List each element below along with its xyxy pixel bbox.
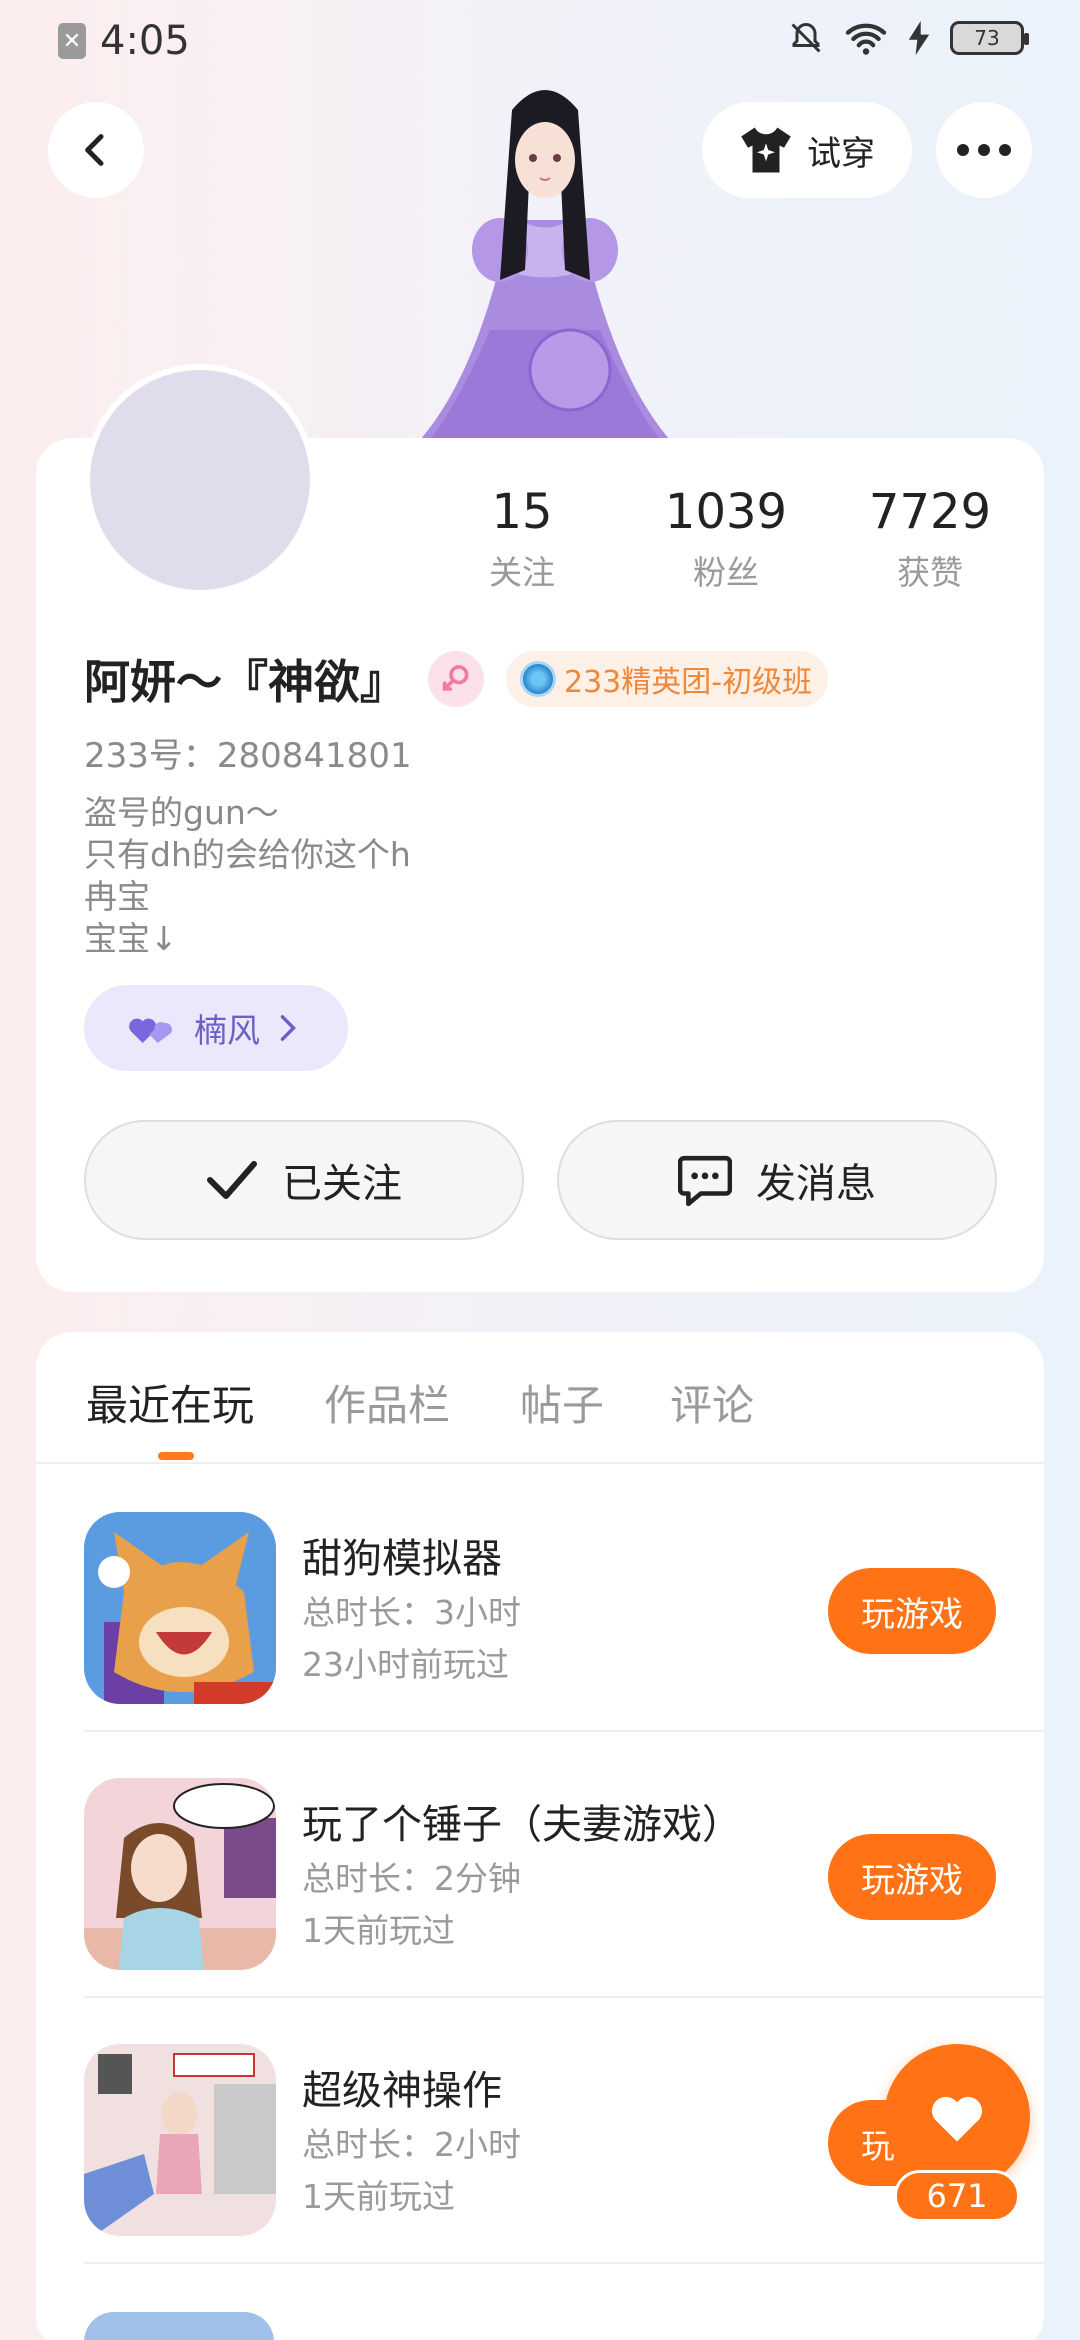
send-message-button[interactable]: 发消息 [557, 1120, 997, 1240]
game-icon-super-operation[interactable] [84, 2044, 276, 2236]
mute-bell-icon [791, 22, 821, 53]
bio-line: 宝宝↓ [84, 919, 178, 958]
chevron-left-icon [85, 134, 104, 166]
status-right: 73 [788, 20, 1029, 56]
avatar[interactable] [84, 364, 316, 596]
profile-tabs: 最近在玩 作品栏 帖子 评论 [36, 1332, 1044, 1464]
more-button[interactable] [936, 102, 1032, 198]
stat-following-label: 关注 [489, 553, 555, 592]
play-game-button[interactable]: 玩游戏 [828, 1834, 996, 1920]
game-last-played: 23小时前玩过 [302, 1645, 509, 1684]
try-on-button[interactable]: 试穿 [702, 102, 912, 198]
active-tab-indicator [158, 1452, 194, 1460]
stat-fans-count: 1039 [664, 484, 788, 540]
user-id: 233号：280841801 [84, 736, 412, 776]
badge-emblem-icon [520, 661, 556, 697]
bio-line: 盗号的gun～ [84, 793, 279, 832]
message-bubble-icon [678, 1155, 732, 1206]
game-duration: 总时长：2分钟 [302, 1859, 521, 1898]
charging-bolt-icon [908, 21, 930, 55]
avatar-character-figure[interactable] [400, 70, 690, 440]
game-icon-sweet-dog[interactable] [84, 1512, 276, 1704]
game-last-played: 1天前玩过 [302, 2177, 455, 2216]
favorite-button[interactable] [884, 2044, 1030, 2190]
elite-group-badge[interactable]: 233精英团-初级班 [506, 651, 829, 707]
double-heart-icon [129, 1018, 172, 1043]
favorite-count: 671 [894, 2170, 1020, 2222]
games-card: 最近在玩 作品栏 帖子 评论 甜狗模拟器 总时长：3小时 23小时前玩过 玩游戏 [36, 1332, 1044, 2340]
followed-button[interactable]: 已关注 [84, 1120, 524, 1240]
try-on-label: 试穿 [807, 133, 875, 174]
more-dots-icon [957, 144, 1011, 156]
name-row: 阿妍～『神欲』 233精英团-初级班 [84, 646, 829, 712]
stat-following-count: 15 [491, 484, 553, 540]
game-title: 玩了个锤子（夫妻游戏） [302, 1802, 742, 1848]
profile-name: 阿妍～『神欲』 [84, 655, 406, 709]
tab-posts[interactable]: 帖子 [520, 1372, 604, 1433]
back-button[interactable] [48, 102, 144, 198]
game-title: 甜狗模拟器 [302, 1536, 502, 1582]
game-duration: 总时长：2小时 [302, 2125, 521, 2164]
tab-comments[interactable]: 评论 [670, 1372, 754, 1433]
status-time: 4:05 [100, 18, 190, 64]
stat-fans-label: 粉丝 [693, 553, 759, 592]
chevron-right-icon [280, 1015, 296, 1041]
heart-icon [931, 2096, 983, 2142]
notification-x-icon: ✕ [58, 23, 86, 59]
stat-likes-label: 获赞 [897, 553, 963, 592]
stat-likes-count: 7729 [868, 484, 992, 540]
play-game-button[interactable]: 玩游戏 [828, 1568, 996, 1654]
tshirt-sparkle-icon [741, 127, 791, 173]
check-icon [207, 1161, 257, 1199]
stat-following[interactable]: 15 关注 [422, 484, 622, 594]
partner-chip[interactable]: 楠风 [84, 985, 348, 1071]
battery-icon: 73 [950, 21, 1029, 55]
wifi-icon [845, 23, 887, 55]
send-message-label: 发消息 [756, 1161, 876, 1207]
game-duration: 总时长：3小时 [302, 1593, 521, 1632]
game-row[interactable]: 甜狗模拟器 总时长：3小时 23小时前玩过 玩游戏 [84, 1466, 1044, 1732]
female-gender-icon [428, 651, 484, 707]
bio-line: 冉宝 [84, 877, 150, 916]
bio: 盗号的gun～ 只有dh的会给你这个h 冉宝 宝宝↓ [84, 792, 411, 960]
followed-label: 已关注 [282, 1161, 402, 1207]
status-left: ✕ 4:05 [58, 18, 190, 64]
stat-fans[interactable]: 1039 粉丝 [626, 484, 826, 594]
game-row[interactable]: 玩了个锤子（夫妻游戏） 总时长：2分钟 1天前玩过 玩游戏 [84, 1732, 1044, 1998]
game-icon-hammer-couple[interactable] [84, 1778, 276, 1970]
bio-line: 只有dh的会给你这个h [84, 835, 411, 874]
badge-label: 233精英团-初级班 [564, 665, 813, 700]
game-title: 超级神操作 [302, 2068, 502, 2114]
game-icon-partial[interactable] [84, 2312, 274, 2340]
partner-name: 楠风 [194, 1011, 260, 1050]
tab-works[interactable]: 作品栏 [324, 1372, 450, 1433]
tab-recently-played[interactable]: 最近在玩 [86, 1372, 254, 1433]
stat-likes[interactable]: 7729 获赞 [830, 484, 1030, 594]
game-last-played: 1天前玩过 [302, 1911, 455, 1950]
